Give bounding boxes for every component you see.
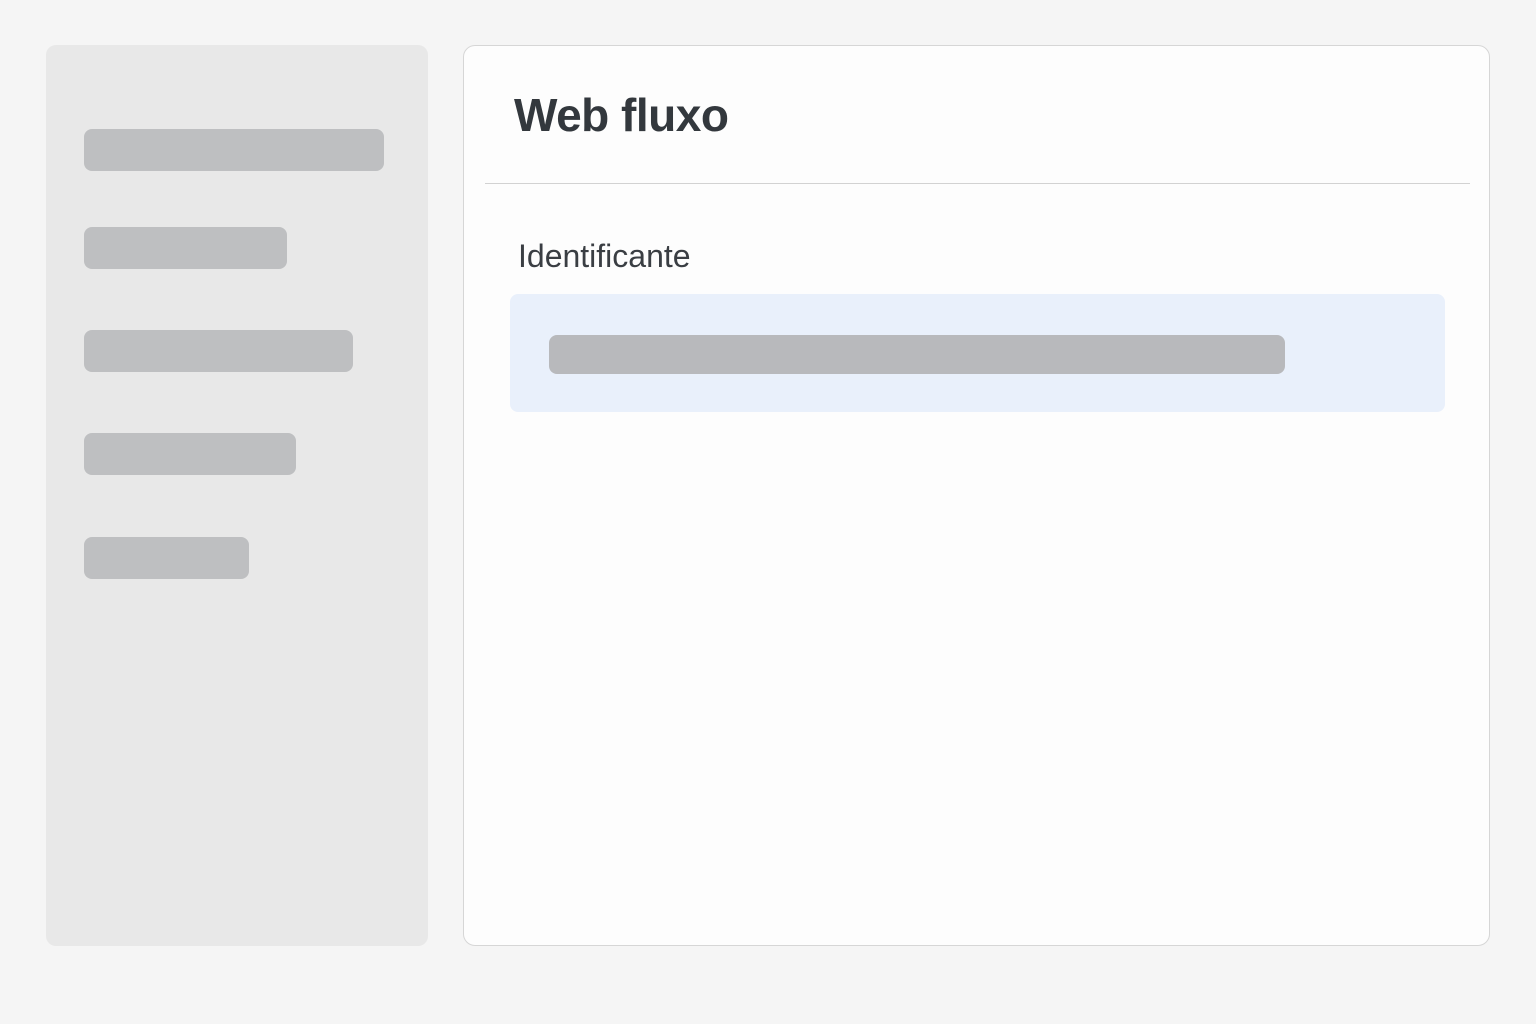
identificante-value: [549, 335, 1285, 374]
identificante-field[interactable]: [510, 294, 1445, 412]
identificante-label: Identificante: [518, 238, 691, 274]
sidebar-item-3[interactable]: [84, 330, 353, 372]
sidebar: [46, 45, 428, 946]
main-panel: Web fluxo Identificante: [463, 45, 1490, 946]
page-title: Web fluxo: [514, 89, 729, 141]
sidebar-item-2[interactable]: [84, 227, 287, 269]
header-divider: [485, 183, 1470, 184]
sidebar-item-5[interactable]: [84, 537, 249, 579]
sidebar-item-1[interactable]: [84, 129, 384, 171]
sidebar-item-4[interactable]: [84, 433, 296, 475]
